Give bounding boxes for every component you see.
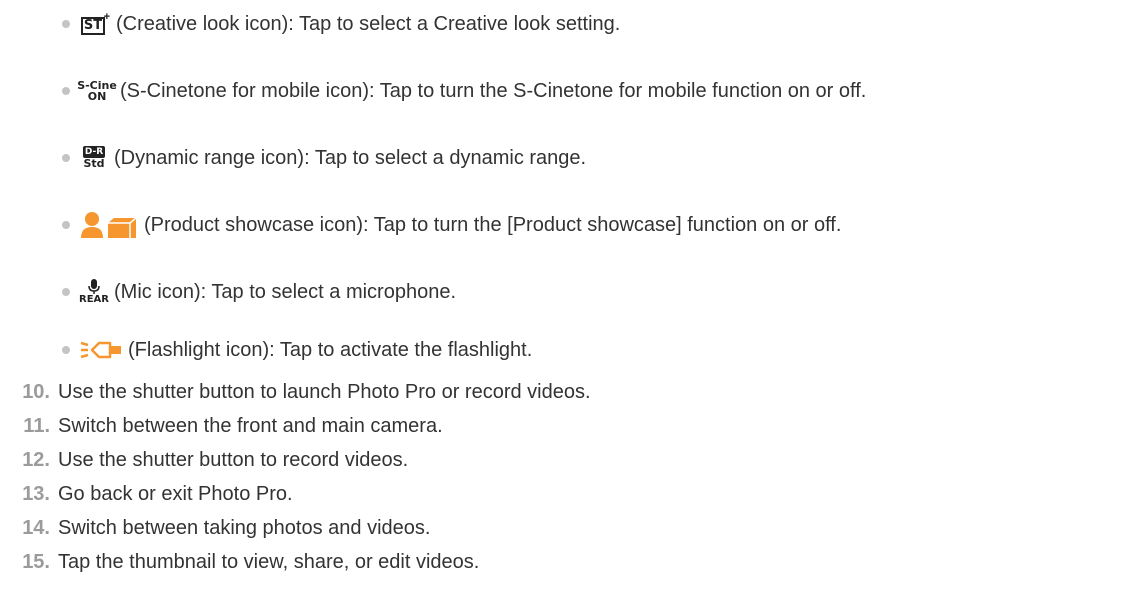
step-number: 15. xyxy=(22,550,50,573)
list-item: 10. Use the shutter button to launch Pho… xyxy=(6,380,591,404)
step-number: 10. xyxy=(22,380,50,403)
step-text: Tap the thumbnail to view, share, or edi… xyxy=(58,550,480,573)
list-item: 15. Tap the thumbnail to view, share, or… xyxy=(6,550,479,574)
bullet-dot xyxy=(62,221,70,229)
creative-look-icon: ST + xyxy=(80,11,110,37)
flashlight-icon xyxy=(80,339,122,361)
list-item: 13. Go back or exit Photo Pro. xyxy=(6,482,293,506)
item-text: (Mic icon): Tap to select a microphone. xyxy=(114,280,457,303)
item-text: (Product showcase icon): Tap to turn the… xyxy=(144,213,842,236)
step-text: Use the shutter button to launch Photo P… xyxy=(58,380,591,403)
list-item: 12. Use the shutter button to record vid… xyxy=(6,448,408,472)
bullet-dot xyxy=(62,346,70,354)
bullet-dot xyxy=(62,87,70,95)
dynamic-range-icon: D-R Std xyxy=(82,146,106,170)
bullet-dot xyxy=(62,20,70,28)
item-text: (Creative look icon): Tap to select a Cr… xyxy=(116,12,621,35)
bullet-dot xyxy=(62,288,70,296)
step-number: 13. xyxy=(22,482,50,505)
list-item-mic: REAR (Mic icon): Tap to select a microph… xyxy=(52,272,456,312)
item-text: (Flashlight icon): Tap to activate the f… xyxy=(128,338,533,361)
product-showcase-icon xyxy=(80,211,138,239)
step-number: 11. xyxy=(23,414,50,437)
s-cinetone-icon: S-Cine ON xyxy=(77,79,117,103)
list-item-dynamic-range: D-R Std (Dynamic range icon): Tap to sel… xyxy=(52,138,586,178)
list-item-creative-look: ST + (Creative look icon): Tap to select… xyxy=(52,4,620,44)
mic-icon: REAR xyxy=(79,277,109,307)
step-number: 14. xyxy=(22,516,50,539)
bullet-dot xyxy=(62,154,70,162)
step-text: Use the shutter button to record videos. xyxy=(58,448,409,471)
step-text: Go back or exit Photo Pro. xyxy=(58,482,293,505)
list-item: 11. Switch between the front and main ca… xyxy=(6,414,443,438)
item-text: (S-Cinetone for mobile icon): Tap to tur… xyxy=(120,79,867,102)
step-number: 12. xyxy=(22,448,50,471)
list-item: 14. Switch between taking photos and vid… xyxy=(6,516,430,540)
item-text: (Dynamic range icon): Tap to select a dy… xyxy=(114,146,587,169)
step-text: Switch between the front and main camera… xyxy=(58,414,443,437)
list-item-flashlight: (Flashlight icon): Tap to activate the f… xyxy=(52,330,532,370)
list-item-s-cinetone: S-Cine ON (S-Cinetone for mobile icon): … xyxy=(52,71,866,111)
step-text: Switch between taking photos and videos. xyxy=(58,516,431,539)
list-item-product-showcase: (Product showcase icon): Tap to turn the… xyxy=(52,205,841,245)
